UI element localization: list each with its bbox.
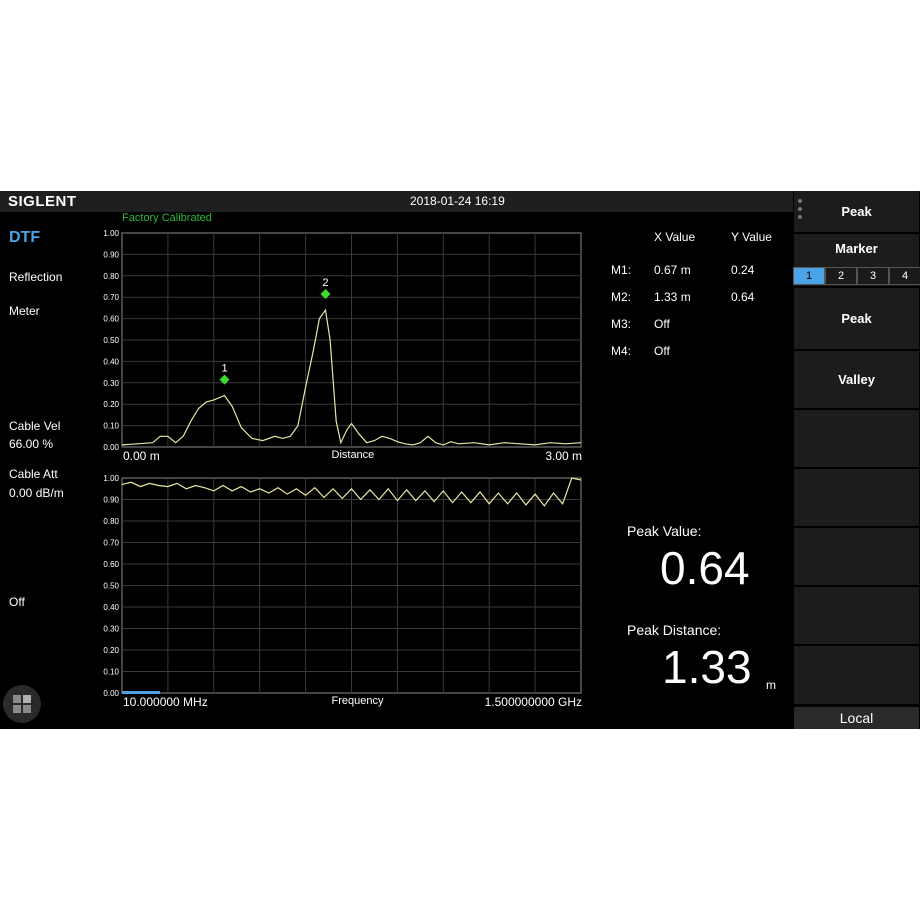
marker-label: Marker <box>835 241 878 256</box>
marker-row-name: M1: <box>611 263 632 277</box>
marker-tabs: 1 2 3 4 <box>793 267 920 285</box>
softkey-panel: Peak Marker 1 2 3 4 Peak Valley Local <box>793 191 920 729</box>
apps-grid-icon[interactable] <box>3 685 41 723</box>
marker-row-name: M2: <box>611 290 632 304</box>
softkey-empty-2[interactable] <box>794 469 919 526</box>
y-tick-label: 0.70 <box>103 539 119 548</box>
marker-row-x: 0.67 m <box>654 263 691 277</box>
y-tick-label: 1.00 <box>103 474 119 483</box>
y-tick-label: 0.40 <box>103 603 119 612</box>
marker-tab-4[interactable]: 4 <box>889 267 920 285</box>
softkey-empty-5[interactable] <box>794 646 919 704</box>
y-tick-label: 0.60 <box>103 560 119 569</box>
marker-tab-3[interactable]: 3 <box>857 267 889 285</box>
valley-button[interactable]: Valley <box>794 351 919 408</box>
peak-distance-label: Peak Distance: <box>627 622 722 638</box>
marker-tab-1[interactable]: 1 <box>793 267 825 285</box>
peak-menu-label: Peak <box>841 204 872 219</box>
softkey-empty-3[interactable] <box>794 528 919 585</box>
y-tick-label: 0.20 <box>103 646 119 655</box>
sweep-progress-bar <box>122 691 160 694</box>
softkey-empty-1[interactable] <box>794 410 919 467</box>
marker-row-x: Off <box>654 317 670 331</box>
peak-value-label: Peak Value: <box>627 523 702 539</box>
x-value-header: X Value <box>654 230 696 244</box>
softkey-empty-4[interactable] <box>794 587 919 644</box>
y-tick-label: 0.30 <box>103 625 119 634</box>
peak-value: 0.64 <box>660 542 750 594</box>
local-button[interactable]: Local <box>794 707 919 729</box>
marker-row-x: Off <box>654 344 670 358</box>
y-tick-label: 0.90 <box>103 496 119 505</box>
marker-row-name: M3: <box>611 317 632 331</box>
y-tick-label: 0.10 <box>103 668 119 677</box>
x-start-label: 10.000000 MHz <box>123 695 208 709</box>
y-value-header: Y Value <box>731 230 772 244</box>
menu-dots-icon <box>798 199 802 223</box>
peak-button[interactable]: Peak <box>794 288 919 349</box>
marker-row-y: 0.24 <box>731 263 755 277</box>
instrument-screen: SIGLENT 2018-01-24 16:19 Factory Calibra… <box>0 191 920 729</box>
marker-row-y: 0.64 <box>731 290 755 304</box>
peak-distance: 1.33 <box>662 641 752 693</box>
peak-label: Peak <box>841 311 872 326</box>
peak-menu-button[interactable]: Peak <box>794 191 919 232</box>
valley-label: Valley <box>838 372 875 387</box>
y-tick-label: 0.50 <box>103 582 119 591</box>
marker-row-name: M4: <box>611 344 632 358</box>
x-axis-label: Frequency <box>332 695 384 707</box>
marker-tab-2[interactable]: 2 <box>825 267 857 285</box>
marker-row-x: 1.33 m <box>654 290 691 304</box>
y-tick-label: 0.80 <box>103 517 119 526</box>
peak-distance-unit: m <box>766 678 776 692</box>
y-tick-label: 0.00 <box>103 689 119 698</box>
x-end-label: 1.500000000 GHz <box>485 695 582 709</box>
